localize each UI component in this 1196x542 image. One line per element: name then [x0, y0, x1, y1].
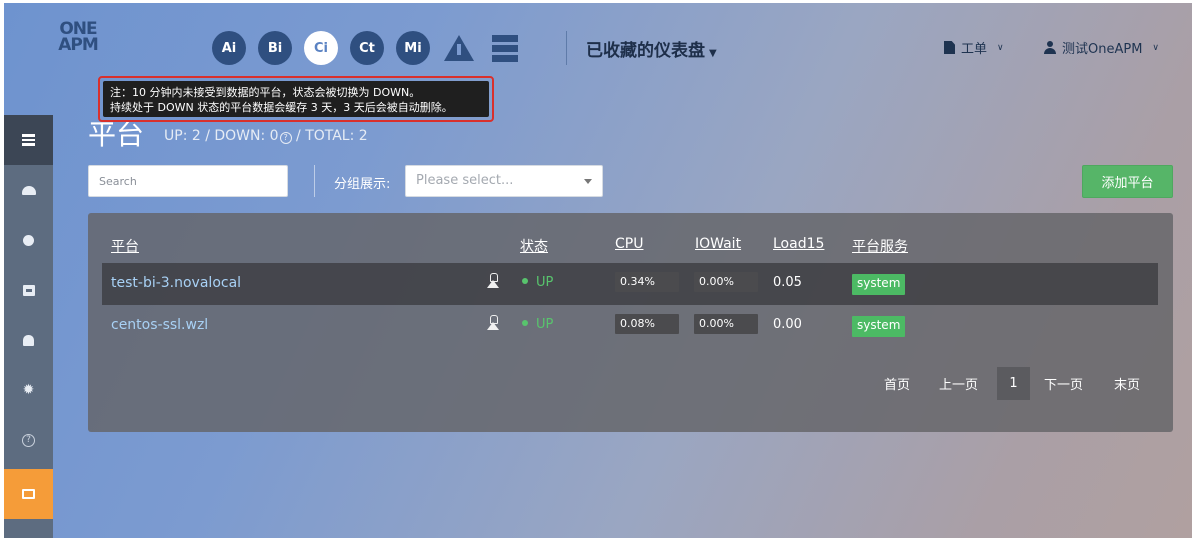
caret-down-icon — [584, 179, 592, 184]
chevron-down-icon: ∨ — [997, 42, 1004, 53]
add-platform-button[interactable]: 添加平台 — [1082, 165, 1173, 198]
linux-os-icon — [486, 315, 500, 331]
pagination-current[interactable]: 1 — [997, 367, 1030, 400]
sidebar-item-alerts[interactable] — [4, 315, 53, 365]
user-icon — [1044, 41, 1056, 54]
pagination-last[interactable]: 末页 — [1114, 367, 1140, 400]
column-header-load15[interactable]: Load15 — [773, 236, 824, 252]
host-link[interactable]: centos-ssl.wzl — [111, 317, 208, 333]
ticket-menu[interactable]: 工单 ∨ — [944, 38, 1004, 57]
pagination-prev[interactable]: 上一页 — [939, 367, 978, 400]
column-header-cpu[interactable]: CPU — [615, 236, 643, 252]
pagination-first[interactable]: 首页 — [884, 367, 910, 400]
down-status-tooltip: 注：10 分钟内未接受到数据的平台，状态会被切换为 DOWN。 持续处于 DOW… — [98, 76, 494, 122]
stats-total: / TOTAL: 2 — [291, 128, 368, 144]
search-input[interactable] — [88, 165, 288, 197]
load15-value: 0.05 — [773, 275, 802, 290]
dashboard-gauge-icon — [21, 185, 36, 195]
pagination-next[interactable]: 下一页 — [1044, 367, 1083, 400]
user-name: 测试OneAPM — [1062, 42, 1143, 57]
service-tag[interactable]: system — [852, 274, 906, 295]
ct-product-icon[interactable]: Ct — [350, 31, 384, 65]
server-stack-icon[interactable] — [488, 31, 522, 65]
cpu-value: 0.08% — [615, 314, 679, 334]
dashboard-dropdown-label: 已收藏的仪表盘 — [586, 41, 705, 61]
sidebar-item-help[interactable]: ? — [4, 415, 53, 465]
table-row[interactable]: centos-ssl.wzl UP 0.08% 0.00% 0.00 syste… — [102, 305, 1158, 347]
caret-down-icon: ▼ — [709, 48, 717, 59]
column-header-status[interactable]: 状态 — [520, 236, 548, 256]
logo-line-2: APM — [58, 35, 99, 55]
host-link[interactable]: test-bi-3.novalocal — [111, 275, 241, 291]
archive-box-icon — [22, 284, 35, 296]
alert-warning-icon[interactable] — [442, 31, 476, 65]
platform-table-panel: 平台 状态 CPU IOWait Load15 平台服务 test-bi-3.n… — [88, 213, 1173, 432]
circle-icon — [23, 234, 34, 246]
load15-value: 0.00 — [773, 317, 802, 332]
server-icon — [22, 134, 35, 147]
app-frame: ONE APM Ai Bi Ci Ct Mi 已收藏的仪表盘 ▼ 工单 ∨ 测试… — [4, 3, 1192, 538]
ci-product-icon[interactable]: Ci — [304, 31, 338, 65]
tooltip-line-2: 持续处于 DOWN 状态的平台数据会缓存 3 天，3 天后会被自动删除。 — [110, 101, 453, 114]
group-select[interactable]: Please select... — [405, 165, 603, 197]
bell-icon — [23, 334, 34, 346]
sidebar-item-settings[interactable]: ✹ — [4, 365, 53, 415]
iowait-value: 0.00% — [694, 314, 758, 334]
status-up: UP — [522, 275, 553, 290]
dashboard-dropdown[interactable]: 已收藏的仪表盘 ▼ — [586, 36, 717, 61]
platform-stats: UP: 2 / DOWN: 0? / TOTAL: 2 — [164, 128, 368, 144]
nav-divider — [566, 31, 567, 65]
chevron-down-icon: ∨ — [1152, 42, 1160, 53]
card-list-icon — [22, 489, 35, 499]
column-header-platform[interactable]: 平台 — [111, 236, 139, 256]
ai-product-icon[interactable]: Ai — [212, 31, 246, 65]
group-select-placeholder: Please select... — [416, 173, 514, 188]
sidebar-item-platforms[interactable] — [4, 115, 53, 165]
column-header-iowait[interactable]: IOWait — [695, 236, 741, 252]
oneapm-logo[interactable]: ONE APM — [48, 21, 108, 67]
linux-os-icon — [486, 273, 500, 289]
ticket-label: 工单 — [961, 42, 988, 57]
question-help-icon[interactable]: ? — [279, 132, 292, 144]
status-up: UP — [522, 317, 553, 332]
status-dot-icon — [522, 278, 528, 284]
document-icon — [944, 41, 955, 54]
table-row[interactable]: test-bi-3.novalocal UP 0.34% 0.00% 0.05 … — [102, 263, 1158, 305]
stats-up-down: UP: 2 / DOWN: 0 — [164, 128, 279, 144]
status-text: UP — [536, 275, 554, 290]
sidebar-item-status[interactable] — [4, 215, 53, 265]
iowait-value: 0.00% — [694, 272, 758, 292]
user-menu[interactable]: 测试OneAPM ∨ — [1044, 38, 1159, 57]
group-display-label: 分组展示: — [334, 177, 391, 192]
status-dot-icon — [522, 320, 528, 326]
sidebar-item-archive[interactable] — [4, 265, 53, 315]
sidebar-item-dashboard[interactable] — [4, 165, 53, 215]
mi-product-icon[interactable]: Mi — [396, 31, 430, 65]
service-tag[interactable]: system — [852, 316, 906, 337]
status-text: UP — [536, 317, 554, 332]
column-header-services[interactable]: 平台服务 — [852, 236, 908, 256]
help-icon: ? — [22, 433, 35, 447]
tooltip-line-1: 注：10 分钟内未接受到数据的平台，状态会被切换为 DOWN。 — [110, 86, 421, 99]
sidebar-item-list[interactable] — [4, 469, 53, 519]
sidebar: ✹ ? — [4, 115, 53, 538]
filter-divider — [314, 165, 315, 197]
gear-icon: ✹ — [22, 382, 35, 398]
top-bar: ONE APM Ai Bi Ci Ct Mi 已收藏的仪表盘 ▼ 工单 ∨ 测试… — [4, 3, 1192, 83]
bi-product-icon[interactable]: Bi — [258, 31, 292, 65]
product-nav: Ai Bi Ci Ct Mi — [212, 31, 522, 65]
cpu-value: 0.34% — [615, 272, 679, 292]
tooltip-content: 注：10 分钟内未接受到数据的平台，状态会被切换为 DOWN。 持续处于 DOW… — [103, 81, 489, 117]
